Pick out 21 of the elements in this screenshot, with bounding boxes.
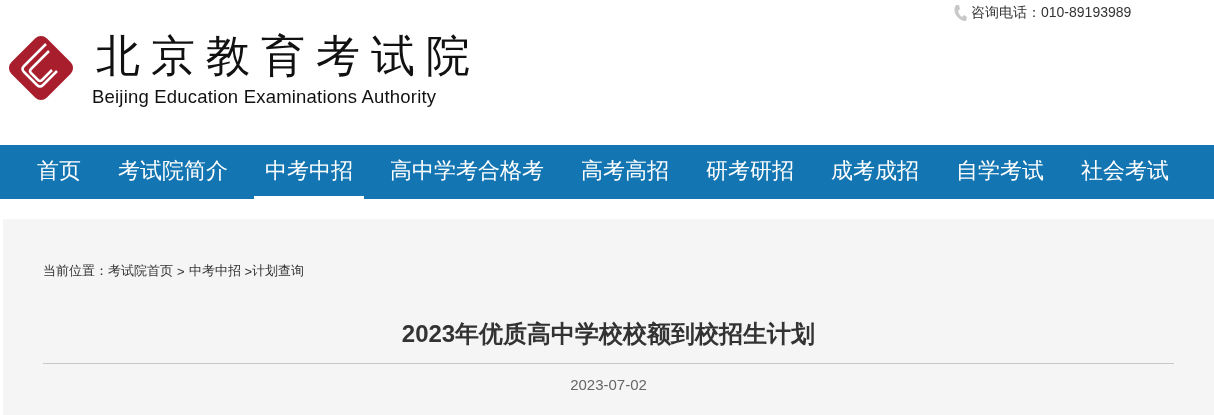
breadcrumb-link[interactable]: 中考中招 (188, 262, 241, 280)
phone-icon (953, 4, 967, 22)
breadcrumb-current: 计划查询 (252, 262, 305, 280)
logo-title: 北京教育考试院 (96, 29, 481, 83)
nav-tab[interactable]: 中考中招 (254, 146, 364, 199)
breadcrumb-label: 当前位置： (43, 262, 108, 280)
breadcrumb-link[interactable]: 考试院首页 (108, 262, 173, 280)
article-title: 2023年优质高中学校校额到校招生计划 (400, 319, 817, 349)
nav-tab[interactable]: 研考研招 (695, 146, 805, 199)
nav-tab[interactable]: 成考成招 (820, 146, 930, 199)
breadcrumb-separator: > (244, 263, 253, 279)
nav-tab[interactable]: 社会考试 (1070, 146, 1180, 199)
logo-subtitle: Beijing Education Examinations Authority (92, 86, 438, 108)
hotline-text: 咨询电话：010-89193989 (971, 4, 1132, 22)
nav-tab[interactable]: 高中学考合格考 (379, 146, 555, 199)
nav-tab[interactable]: 自学考试 (945, 146, 1055, 199)
nav-tab[interactable]: 首页 (26, 146, 92, 199)
breadcrumb-separator: > (177, 263, 185, 279)
nav-tab[interactable]: 高考高招 (570, 146, 680, 199)
nav-tab[interactable]: 考试院简介 (107, 146, 239, 199)
article-date: 2023-07-02 (569, 376, 648, 393)
